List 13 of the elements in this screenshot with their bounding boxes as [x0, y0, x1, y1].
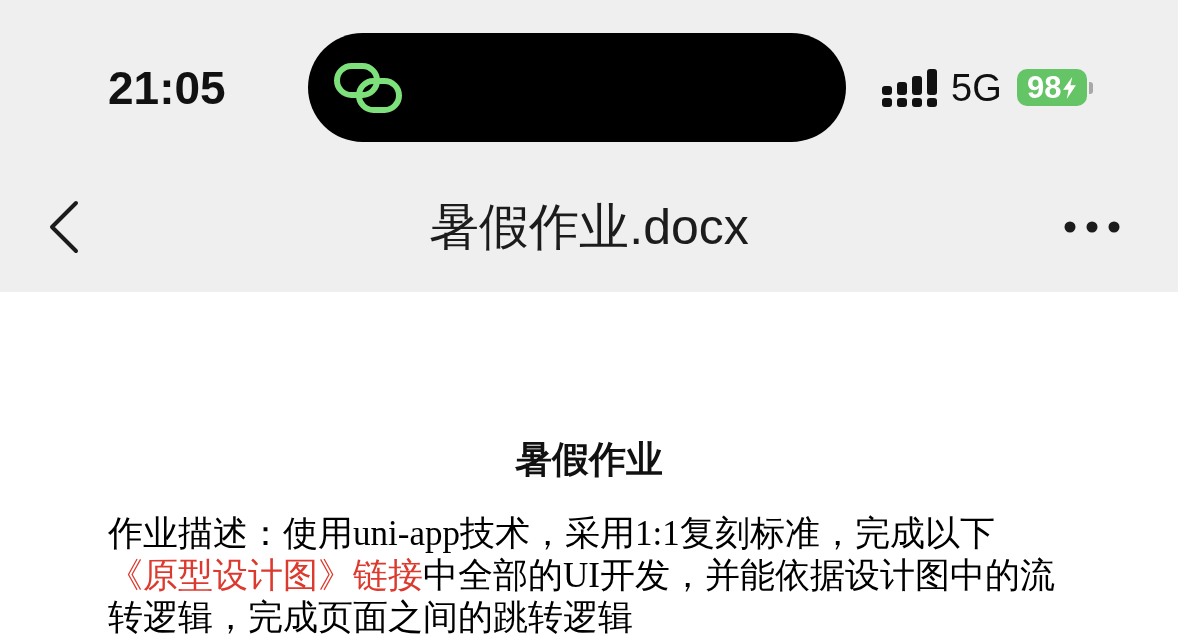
chain-link-icon — [333, 61, 403, 114]
battery-tip-icon — [1088, 81, 1093, 94]
network-label: 5G — [951, 67, 1002, 108]
battery-percentage: 98 — [1026, 71, 1062, 104]
document-title: 暑假作业.docx — [429, 198, 749, 257]
signal-strength-icon — [882, 68, 938, 107]
lightning-bolt-icon — [1063, 76, 1077, 99]
chevron-left-icon — [48, 200, 80, 254]
status-time: 21:05 — [108, 61, 226, 115]
document-heading: 暑假作业 — [514, 437, 664, 483]
prototype-link[interactable]: 《原型设计图》链接 — [108, 556, 423, 595]
more-dots-icon — [1064, 221, 1120, 233]
description-paragraph: 作业描述：使用uni-app技术，采用1:1复刻标准，完成以下 《原型设计图》链接中全部的UI开发，并能依据设计图中的流转逻辑，完成页面之间的跳转逻辑 — [108, 513, 1056, 639]
